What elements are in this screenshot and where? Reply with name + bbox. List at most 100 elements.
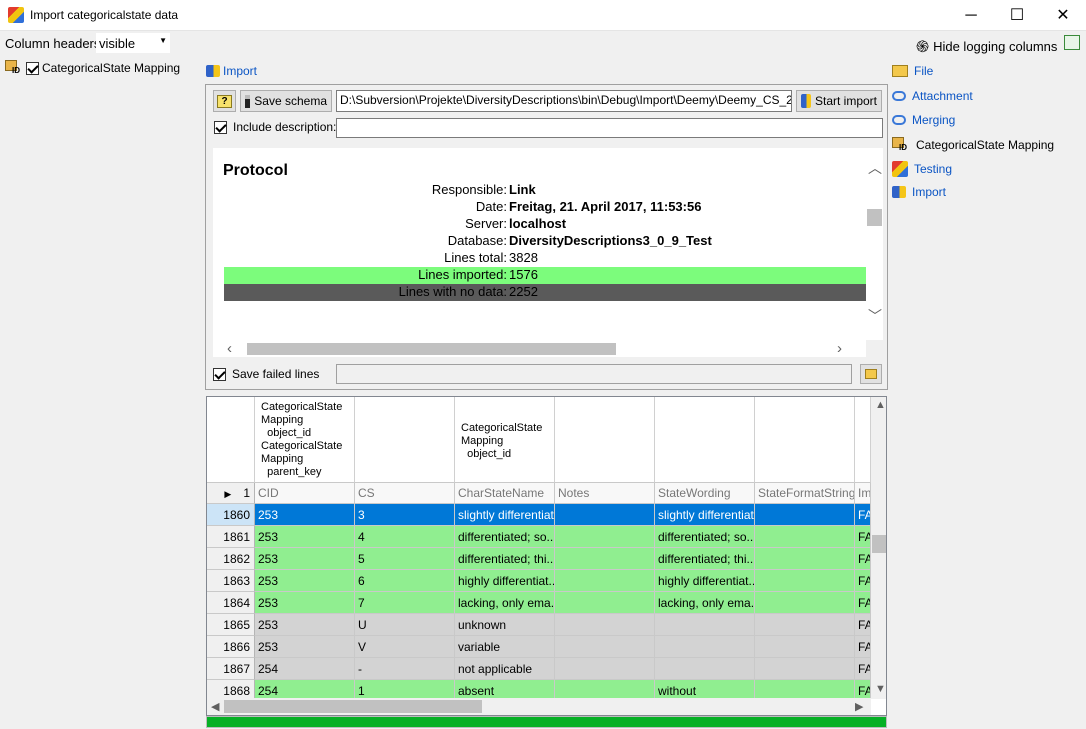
- grid-cell[interactable]: 254: [255, 658, 355, 680]
- step-categoricalstate-mapping[interactable]: CategoricalState Mapping: [892, 137, 1054, 153]
- grid-first-row-index[interactable]: ▶ 1: [207, 483, 255, 504]
- grid-cell[interactable]: [555, 658, 655, 680]
- grid-cell[interactable]: highly differentiat...: [455, 570, 555, 592]
- grid-cell[interactable]: lacking, only ema...: [655, 592, 755, 614]
- step-attachment[interactable]: Attachment: [892, 89, 973, 103]
- hide-logging-columns-button[interactable]: ֍ Hide logging columns: [916, 35, 1057, 57]
- chevron-up-icon[interactable]: ▲: [875, 399, 886, 411]
- row-header[interactable]: 1864: [207, 592, 255, 614]
- browse-folder-button[interactable]: [860, 364, 882, 384]
- grid-cell[interactable]: V: [355, 636, 455, 658]
- grid-cell[interactable]: FA: [855, 658, 871, 680]
- column-header-notes[interactable]: Notes: [555, 483, 655, 504]
- grid-cell[interactable]: differentiated; so...: [455, 526, 555, 548]
- help-button[interactable]: ?: [213, 90, 236, 112]
- row-header[interactable]: 1865: [207, 614, 255, 636]
- row-header[interactable]: 1863: [207, 570, 255, 592]
- grid-cell[interactable]: slightly differentiat...: [455, 504, 555, 526]
- row-header[interactable]: 1867: [207, 658, 255, 680]
- grid-cell[interactable]: FA: [855, 526, 871, 548]
- grid-cell[interactable]: 253: [255, 570, 355, 592]
- data-grid[interactable]: CategoricalState Mapping object_id Categor…: [206, 396, 887, 716]
- grid-cell[interactable]: 253: [255, 548, 355, 570]
- grid-cell[interactable]: lacking, only ema...: [455, 592, 555, 614]
- grid-cell[interactable]: [755, 570, 855, 592]
- grid-cell[interactable]: not applicable: [455, 658, 555, 680]
- envelope-icon[interactable]: [1064, 35, 1080, 50]
- grid-cell[interactable]: -: [355, 658, 455, 680]
- grid-cell[interactable]: 5: [355, 548, 455, 570]
- include-description-option[interactable]: Include description:: [214, 120, 336, 134]
- close-button[interactable]: ✕: [1040, 0, 1086, 31]
- grid-cell[interactable]: [755, 614, 855, 636]
- column-header-cid[interactable]: CID: [255, 483, 355, 504]
- grid-cell[interactable]: slightly differentiat...: [655, 504, 755, 526]
- grid-cell[interactable]: 7: [355, 592, 455, 614]
- grid-hscroll-thumb[interactable]: [224, 700, 482, 713]
- import-step-link[interactable]: Import: [206, 64, 257, 78]
- grid-cell[interactable]: unknown: [455, 614, 555, 636]
- grid-cell[interactable]: [555, 504, 655, 526]
- grid-cell[interactable]: FA: [855, 592, 871, 614]
- chevron-right-icon[interactable]: ›: [837, 340, 842, 357]
- grid-vscroll-thumb[interactable]: [872, 535, 886, 553]
- grid-cell[interactable]: FA: [855, 614, 871, 636]
- chevron-left-icon[interactable]: ◀: [211, 700, 219, 713]
- grid-cell[interactable]: [755, 504, 855, 526]
- grid-cell[interactable]: 253: [255, 526, 355, 548]
- grid-cell[interactable]: [555, 548, 655, 570]
- chevron-left-icon[interactable]: ‹: [227, 340, 232, 357]
- row-header[interactable]: 1860: [207, 504, 255, 526]
- column-header-cs[interactable]: CS: [355, 483, 455, 504]
- save-failed-lines-checkbox[interactable]: [213, 367, 226, 381]
- step-merging[interactable]: Merging: [892, 113, 955, 127]
- grid-cell[interactable]: [655, 658, 755, 680]
- tree-item-categoricalstate-mapping[interactable]: CategoricalState Mapping: [5, 60, 180, 76]
- protocol-hscroll-thumb[interactable]: [247, 343, 616, 355]
- start-import-button[interactable]: Start import: [796, 90, 882, 112]
- grid-cell[interactable]: [555, 614, 655, 636]
- grid-cell[interactable]: differentiated; thi...: [655, 548, 755, 570]
- grid-cell[interactable]: variable: [455, 636, 555, 658]
- grid-cell[interactable]: [555, 592, 655, 614]
- grid-cell[interactable]: [555, 570, 655, 592]
- grid-cell[interactable]: FA: [855, 636, 871, 658]
- schema-path-input[interactable]: D:\Subversion\Projekte\DiversityDescript…: [336, 90, 792, 112]
- grid-cell[interactable]: [655, 636, 755, 658]
- grid-cell[interactable]: [755, 548, 855, 570]
- grid-cell[interactable]: [755, 636, 855, 658]
- grid-cell[interactable]: [755, 526, 855, 548]
- minimize-button[interactable]: ─: [948, 0, 994, 31]
- protocol-horizontal-scrollbar[interactable]: ‹ ›: [213, 340, 866, 357]
- grid-cell[interactable]: [555, 636, 655, 658]
- grid-cell[interactable]: 253: [255, 504, 355, 526]
- chevron-down-icon[interactable]: ﹀: [868, 306, 882, 326]
- step-testing[interactable]: Testing: [892, 161, 952, 177]
- tree-item-checkbox[interactable]: [26, 61, 39, 75]
- protocol-scroll-thumb[interactable]: [867, 209, 882, 226]
- chevron-right-icon[interactable]: ▶: [855, 700, 863, 713]
- column-header-stateformatstring[interactable]: StateFormatString: [755, 483, 855, 504]
- grid-cell[interactable]: [555, 526, 655, 548]
- grid-cell[interactable]: FA: [855, 548, 871, 570]
- grid-vertical-scrollbar[interactable]: ▲ ▼: [871, 397, 886, 699]
- grid-cell[interactable]: highly differentiat...: [655, 570, 755, 592]
- column-header-statewording[interactable]: StateWording: [655, 483, 755, 504]
- include-description-checkbox[interactable]: [214, 120, 227, 134]
- grid-cell[interactable]: FA: [855, 504, 871, 526]
- column-header-charstatename[interactable]: CharStateName: [455, 483, 555, 504]
- grid-cell[interactable]: differentiated; so...: [655, 526, 755, 548]
- save-schema-button[interactable]: Save schema: [240, 90, 332, 112]
- grid-cell[interactable]: 3: [355, 504, 455, 526]
- chevron-down-icon[interactable]: ▼: [875, 683, 886, 695]
- row-header[interactable]: 1861: [207, 526, 255, 548]
- step-file[interactable]: File: [892, 64, 933, 78]
- failed-lines-path-input[interactable]: [336, 364, 852, 384]
- chevron-up-icon[interactable]: ︿: [868, 158, 882, 178]
- save-failed-lines-option[interactable]: Save failed lines: [213, 367, 319, 381]
- grid-cell[interactable]: [655, 614, 755, 636]
- grid-cell[interactable]: 253: [255, 636, 355, 658]
- grid-cell[interactable]: differentiated; thi...: [455, 548, 555, 570]
- column-headers-select[interactable]: visible ▼: [96, 33, 170, 53]
- grid-cell[interactable]: U: [355, 614, 455, 636]
